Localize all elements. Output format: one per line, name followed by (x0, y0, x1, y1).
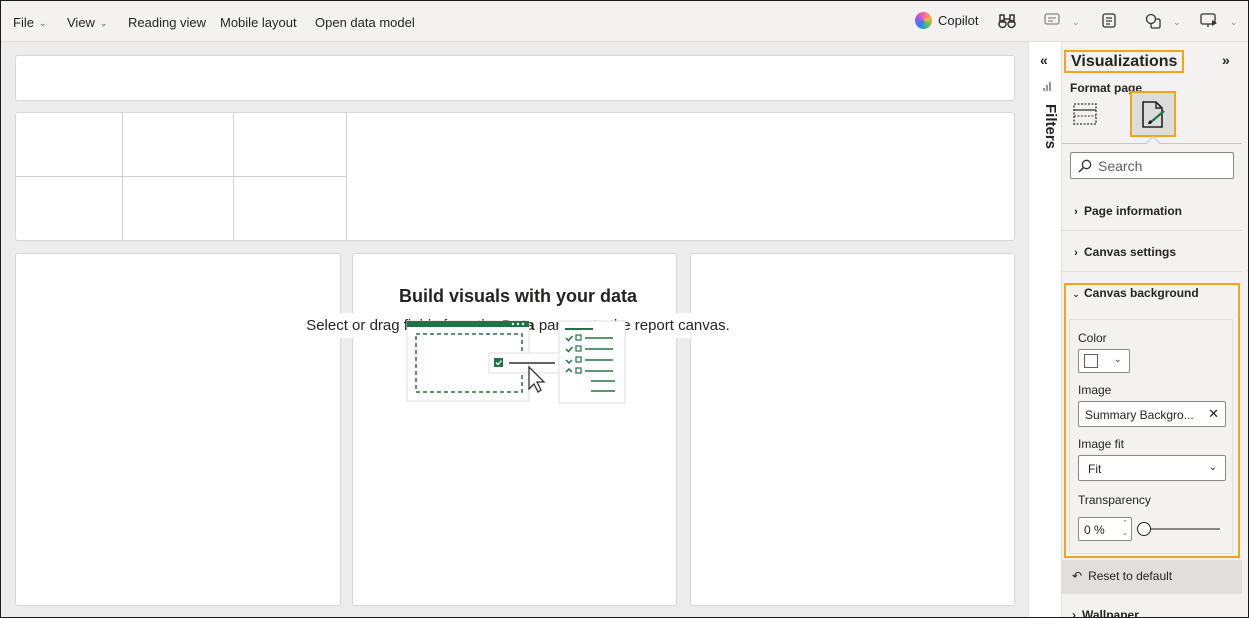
section-label: Canvas settings (1084, 245, 1177, 259)
menu-open-data-model[interactable]: Open data model (315, 15, 415, 30)
chevron-right-icon: › (1074, 247, 1078, 259)
section-divider (1062, 230, 1242, 231)
build-visual-tab-icon[interactable] (1072, 102, 1098, 126)
color-swatch (1084, 354, 1098, 368)
notes-icon[interactable] (1102, 13, 1116, 28)
transparency-slider-track[interactable] (1144, 528, 1220, 530)
menu-view[interactable]: View ⌄ (67, 15, 108, 30)
menu-mobile-layout[interactable]: Mobile layout (220, 15, 297, 30)
collapse-filters-icon[interactable]: « (1040, 52, 1048, 68)
copilot-icon (915, 12, 932, 29)
section-canvas-settings[interactable]: › Canvas settings (1062, 245, 1242, 259)
transparency-label: Transparency (1078, 493, 1151, 507)
chevron-down-icon: ⌄ (1114, 354, 1122, 364)
chevron-down-icon: ⌄ (1208, 462, 1217, 473)
image-fit-value: Fit (1088, 462, 1102, 476)
comment-icon[interactable] (1044, 13, 1060, 27)
color-picker[interactable]: ⌄ (1078, 349, 1130, 373)
format-page-tab[interactable] (1130, 91, 1176, 137)
tab-indicator (1145, 135, 1161, 151)
image-field[interactable]: Summary Backgro... ✕ (1078, 401, 1226, 427)
close-icon[interactable]: ✕ (1208, 406, 1219, 422)
visual-placeholder-table[interactable] (15, 112, 1015, 241)
transparency-value: 0 % (1084, 523, 1105, 537)
color-label: Color (1078, 331, 1107, 345)
filters-pane-collapsed[interactable]: « Filters (1028, 42, 1062, 617)
top-menu-bar: File ⌄ View ⌄ Reading view Mobile layout O… (1, 1, 1248, 42)
copilot-button[interactable]: Copilot (915, 12, 978, 29)
reset-label: Reset to default (1088, 569, 1173, 583)
search-placeholder: Search (1098, 157, 1143, 174)
chevron-down-icon: ⌄ (38, 18, 47, 28)
section-wallpaper[interactable]: › Wallpaper (1072, 608, 1139, 617)
chevron-down-icon[interactable]: ⌄ (1230, 17, 1238, 28)
chevron-down-icon[interactable]: ⌄ (1072, 17, 1080, 28)
chevron-down-icon: ⌄ (99, 18, 108, 28)
expand-pane-icon[interactable]: » (1222, 52, 1230, 68)
stepper-arrows-icon[interactable]: ⌃ ⌄ (1122, 519, 1128, 539)
report-canvas[interactable]: Build visuals with your data Select or d… (1, 42, 1028, 617)
image-value: Summary Backgro... (1085, 408, 1194, 422)
binoculars-icon[interactable] (998, 13, 1016, 29)
filter-icon (1043, 82, 1051, 91)
search-icon (1078, 159, 1092, 173)
visualizations-pane: Visualizations » Format page Search › Pag… (1062, 42, 1248, 617)
filters-label[interactable]: Filters (1033, 104, 1059, 149)
image-fit-dropdown[interactable]: Fit ⌄ (1078, 455, 1226, 481)
section-page-information[interactable]: › Page information (1062, 204, 1242, 218)
image-label: Image (1078, 383, 1112, 397)
menu-file-label: File (13, 15, 34, 30)
image-fit-label: Image fit (1078, 437, 1125, 451)
menu-reading-view[interactable]: Reading view (128, 15, 206, 30)
search-input[interactable]: Search (1070, 152, 1234, 179)
chevron-right-icon: › (1074, 206, 1078, 218)
copilot-label: Copilot (938, 13, 979, 28)
menu-view-label: View (67, 15, 95, 30)
present-icon[interactable] (1200, 13, 1218, 28)
table-gridline (16, 176, 346, 177)
paintbrush-page-icon (1142, 101, 1165, 128)
section-canvas-background[interactable]: ⌄ Canvas background (1062, 286, 1242, 300)
build-visual-illustration (406, 320, 626, 404)
shapes-icon[interactable] (1145, 13, 1161, 29)
chevron-right-icon: › (1072, 608, 1076, 617)
visualizations-title: Visualizations (1064, 50, 1185, 73)
reset-to-default-button[interactable]: ↶ Reset to default (1062, 560, 1242, 594)
chevron-down-icon: ⌄ (1072, 289, 1080, 299)
transparency-slider-thumb[interactable] (1137, 522, 1151, 536)
section-label: Wallpaper (1082, 608, 1139, 617)
chevron-down-icon[interactable]: ⌄ (1173, 17, 1181, 28)
empty-canvas-title: Build visuals with your data (392, 282, 644, 311)
menu-file[interactable]: File ⌄ (13, 15, 47, 30)
reset-icon: ↶ (1072, 569, 1083, 583)
table-gridline (346, 113, 347, 240)
transparency-stepper[interactable]: 0 % ⌃ ⌄ (1078, 517, 1132, 541)
section-label: Canvas background (1084, 286, 1199, 300)
section-divider (1062, 271, 1242, 272)
visual-placeholder-header[interactable] (15, 55, 1015, 101)
section-label: Page information (1084, 204, 1183, 218)
